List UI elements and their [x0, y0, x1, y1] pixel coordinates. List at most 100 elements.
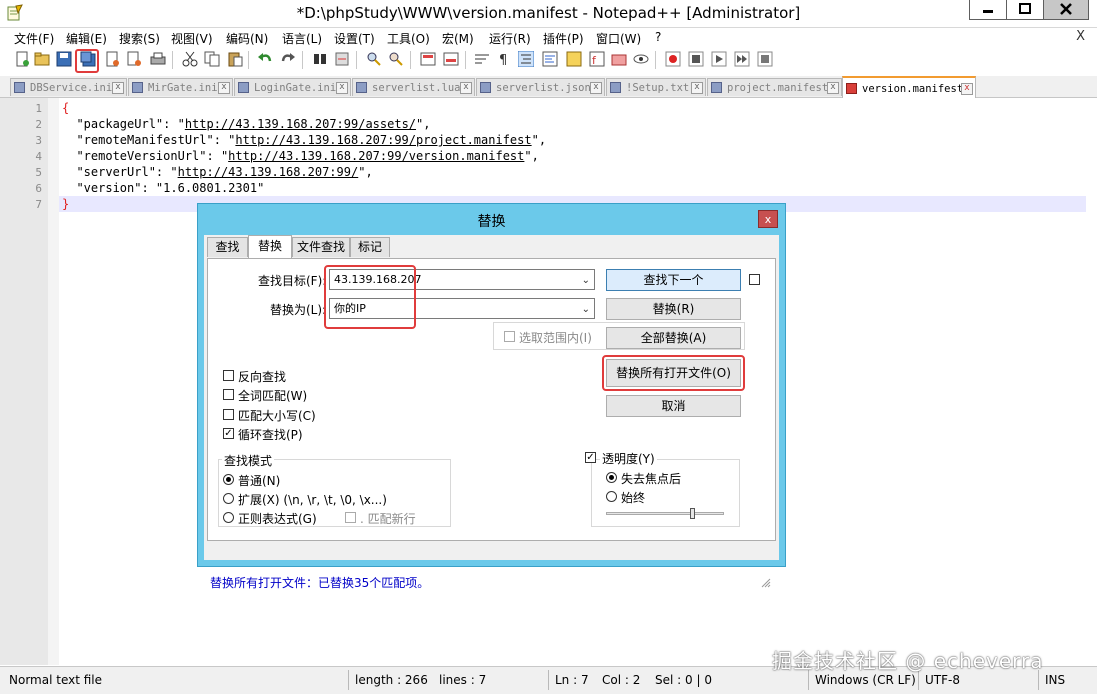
replace-icon[interactable] — [334, 51, 350, 67]
close-all-icon[interactable] — [126, 51, 142, 67]
tab-mirgate-ini[interactable]: MirGate.ini x — [128, 78, 233, 96]
dialog-close-button[interactable]: x — [758, 210, 778, 228]
zoom-in-icon[interactable] — [366, 51, 382, 67]
tab-close-icon[interactable]: x — [460, 82, 472, 94]
tab-serverlist-json[interactable]: serverlist.json x — [476, 78, 605, 96]
slider-thumb[interactable] — [690, 508, 695, 519]
close-file-icon[interactable] — [104, 51, 120, 67]
tab-project-manifest[interactable]: project.manifest x — [707, 78, 842, 96]
sync-horizontal-icon[interactable] — [443, 51, 459, 67]
match-case-checkbox[interactable] — [223, 409, 234, 420]
menu-run[interactable]: 运行(R) — [489, 30, 531, 47]
code-url-link[interactable]: http://43.139.168.207:99/project.manifes… — [235, 133, 531, 147]
menu-settings[interactable]: 设置(T) — [334, 30, 375, 47]
new-file-icon[interactable] — [14, 51, 30, 67]
in-selection-checkbox[interactable] — [504, 331, 515, 342]
word-wrap-icon[interactable] — [474, 51, 490, 67]
monitor-icon[interactable] — [633, 51, 649, 67]
copy-icon[interactable] — [204, 51, 220, 67]
tab-close-icon[interactable]: x — [112, 82, 124, 94]
find-next-button[interactable]: 查找下一个 — [606, 269, 741, 291]
redo-icon[interactable] — [280, 51, 296, 67]
code-url-link[interactable]: http://43.139.168.207:99/version.manifes… — [228, 149, 524, 163]
doc-map-icon[interactable] — [566, 51, 582, 67]
replace-all-button[interactable]: 全部替换(A) — [606, 327, 741, 349]
minimize-button[interactable] — [969, 0, 1007, 20]
menu-plugins[interactable]: 插件(P) — [543, 30, 584, 47]
menu-help[interactable]: ? — [655, 30, 661, 44]
tab-close-icon[interactable]: x — [691, 82, 703, 94]
dot-newline-checkbox[interactable] — [345, 512, 356, 523]
transparency-checkbox[interactable]: ✓ — [585, 452, 596, 463]
mode-regex-radio[interactable] — [223, 512, 234, 523]
user-lang-icon[interactable] — [542, 51, 558, 67]
tab-close-icon[interactable]: x — [961, 83, 973, 95]
save-macro-icon[interactable] — [757, 51, 773, 67]
wrap-around-checkbox[interactable]: ✓ — [223, 428, 234, 439]
tab-close-icon[interactable]: x — [590, 82, 602, 94]
transparency-slider[interactable] — [606, 508, 724, 519]
resize-grip-icon[interactable] — [761, 578, 771, 588]
tab-find-in-files[interactable]: 文件查找 — [292, 237, 350, 257]
undo-icon[interactable] — [257, 51, 273, 67]
cut-icon[interactable] — [182, 51, 198, 67]
open-file-icon[interactable] — [34, 51, 50, 67]
tab-close-icon[interactable]: x — [336, 82, 348, 94]
tab-dbservice-ini[interactable]: DBService.ini x — [10, 78, 127, 96]
menu-file[interactable]: 文件(F) — [14, 30, 54, 47]
play-macro-icon[interactable] — [711, 51, 727, 67]
folder-workspace-icon[interactable] — [611, 51, 627, 67]
menu-encoding[interactable]: 编码(N) — [226, 30, 268, 47]
save-icon[interactable] — [56, 51, 72, 67]
tab-mark[interactable]: 标记 — [350, 237, 390, 257]
menu-search[interactable]: 搜索(S) — [119, 30, 160, 47]
status-insert-mode[interactable]: INS — [1045, 673, 1065, 687]
whole-word-checkbox[interactable] — [223, 389, 234, 400]
cancel-button[interactable]: 取消 — [606, 395, 741, 417]
close-document-button[interactable]: X — [1076, 29, 1085, 44]
menu-macro[interactable]: 宏(M) — [442, 30, 474, 47]
menu-tools[interactable]: 工具(O) — [387, 30, 430, 47]
sync-vertical-icon[interactable] — [420, 51, 436, 67]
status-eol[interactable]: Windows (CR LF) — [815, 673, 916, 687]
chevron-down-icon[interactable]: ⌄ — [582, 300, 590, 319]
code-text: ", — [531, 133, 547, 147]
tab-setup-txt[interactable]: !Setup.txt x — [606, 78, 706, 96]
always-radio[interactable] — [606, 491, 617, 502]
run-macro-multiple-icon[interactable] — [734, 51, 750, 67]
paste-icon[interactable] — [227, 51, 243, 67]
record-macro-icon[interactable] — [665, 51, 681, 67]
backward-checkbox[interactable] — [223, 370, 234, 381]
function-list-icon[interactable]: f — [589, 51, 605, 67]
mode-extended-radio[interactable] — [223, 493, 234, 504]
tab-logingate-ini[interactable]: LoginGate.ini x — [234, 78, 351, 96]
maximize-button[interactable] — [1007, 0, 1044, 20]
menu-edit[interactable]: 编辑(E) — [66, 30, 107, 47]
mode-normal-radio[interactable] — [223, 474, 234, 485]
tab-find[interactable]: 查找 — [207, 237, 248, 257]
on-lose-focus-radio[interactable] — [606, 472, 617, 483]
tab-close-icon[interactable]: x — [827, 82, 839, 94]
zoom-out-icon[interactable] — [388, 51, 404, 67]
close-window-button[interactable] — [1044, 0, 1089, 20]
code-url-link[interactable]: http://43.139.168.207:99/ — [178, 165, 359, 179]
tab-serverlist-lua[interactable]: serverlist.lua x — [352, 78, 475, 96]
find-next-option-checkbox[interactable] — [749, 274, 760, 285]
menu-view[interactable]: 视图(V) — [171, 30, 213, 47]
code-url-link[interactable]: http://43.139.168.207:99/assets/ — [185, 117, 416, 131]
stop-macro-icon[interactable] — [688, 51, 704, 67]
menu-window[interactable]: 窗口(W) — [596, 30, 641, 47]
print-icon[interactable] — [150, 51, 166, 67]
find-icon[interactable] — [312, 51, 328, 67]
svg-text:¶: ¶ — [499, 53, 507, 67]
replace-button[interactable]: 替换(R) — [606, 298, 741, 320]
menu-language[interactable]: 语言(L) — [282, 30, 322, 47]
fold-margin[interactable] — [48, 98, 59, 665]
tab-replace[interactable]: 替换 — [248, 235, 292, 259]
show-all-chars-icon[interactable]: ¶ — [496, 51, 512, 67]
chevron-down-icon[interactable]: ⌄ — [582, 271, 590, 290]
status-encoding[interactable]: UTF-8 — [925, 673, 960, 687]
tab-close-icon[interactable]: x — [218, 82, 230, 94]
tab-version-manifest[interactable]: version.manifest x — [842, 76, 976, 98]
indent-guide-icon[interactable] — [518, 51, 534, 67]
